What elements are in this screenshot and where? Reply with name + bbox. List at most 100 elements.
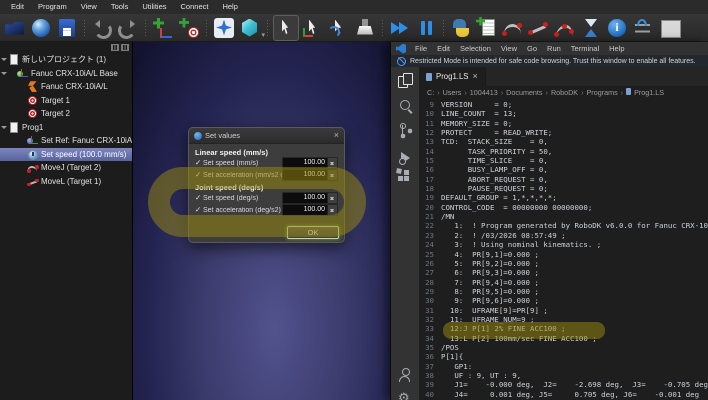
- tree-item-prog1[interactable]: Prog1: [0, 121, 132, 135]
- code-lines: 9VERSION = 0; 10LINE_COUNT = 13; 11MEMOR…: [419, 100, 708, 399]
- vscode-menu-item[interactable]: Run: [542, 44, 566, 53]
- undo-icon[interactable]: [90, 16, 114, 40]
- line-number: 38: [419, 371, 434, 380]
- explorer-icon[interactable]: [398, 73, 412, 87]
- code-text: 4: PR[9,1]=0.000 ;: [441, 250, 539, 259]
- breadcrumb-item[interactable]: Prog1.LS: [626, 88, 664, 97]
- source-control-icon[interactable]: [398, 123, 412, 137]
- code-text: TIME_SLICE = 0,: [441, 156, 548, 165]
- breadcrumb-item[interactable]: C:: [427, 88, 443, 97]
- restricted-mode-icon: [397, 57, 406, 66]
- tree-item-icon: [27, 108, 38, 119]
- tree-item-new-project[interactable]: 新しいプロジェクト (1): [0, 53, 132, 67]
- station-window-icon[interactable]: [111, 44, 119, 51]
- line-number: 25: [419, 250, 434, 259]
- redo-icon[interactable]: [116, 16, 140, 40]
- line-number: 40: [419, 390, 434, 399]
- joint-speed-highlight-annotation: [148, 167, 366, 237]
- line-number: 27: [419, 268, 434, 277]
- tree-item-target-1[interactable]: Target 1: [0, 94, 132, 108]
- tree-item-icon: [27, 149, 38, 160]
- tree-item-label: Fanuc CRX-10iA/L: [41, 82, 108, 91]
- tree-item-label: MoveJ (Target 2): [41, 163, 101, 172]
- run-debug-icon[interactable]: [398, 151, 412, 165]
- account-icon[interactable]: [398, 367, 412, 381]
- code-line: 38 UF : 9, UT : 9,: [419, 371, 708, 380]
- tree-item-set-speed[interactable]: Set speed (100.0 mm/s): [0, 148, 132, 162]
- add-program-icon[interactable]: [475, 16, 499, 40]
- robodk-menu-item[interactable]: Connect: [174, 0, 216, 14]
- robodk-menu-item[interactable]: Tools: [104, 0, 136, 14]
- tree-item-robot[interactable]: Fanuc CRX-10iA/L: [0, 80, 132, 94]
- search-icon[interactable]: [398, 98, 412, 112]
- movej-instruction-icon[interactable]: [501, 16, 525, 40]
- tree-item-movel[interactable]: MoveL (Target 1): [0, 175, 132, 189]
- vscode-menu-item[interactable]: Go: [522, 44, 542, 53]
- 3d-viewport[interactable]: Set values × Linear speed (mm/s) Set spe…: [133, 42, 390, 400]
- robodk-menu-item[interactable]: Utilities: [135, 0, 173, 14]
- line-number: 17: [419, 175, 434, 184]
- dialog-close-button[interactable]: ×: [334, 131, 339, 140]
- rotate-move-cursor-icon[interactable]: [327, 16, 351, 40]
- vscode-menu-item[interactable]: Help: [604, 44, 629, 53]
- code-editor[interactable]: 9VERSION = 0; 10LINE_COUNT = 13; 11MEMOR…: [419, 99, 708, 400]
- robodk-menu-item[interactable]: Edit: [4, 0, 31, 14]
- online-library-icon[interactable]: [29, 16, 53, 40]
- vscode-menu-item[interactable]: Selection: [455, 44, 496, 53]
- checkbox-checked-icon[interactable]: [195, 159, 203, 167]
- line-number: 34: [419, 334, 434, 343]
- spin-down-icon[interactable]: [330, 162, 334, 167]
- dialog-titlebar[interactable]: Set values ×: [189, 128, 344, 144]
- tree-item-set-ref[interactable]: Set Ref: Fanuc CRX-10iA/L B...: [0, 134, 132, 148]
- set-speed-instruction-icon[interactable]: [631, 16, 655, 40]
- vscode-menu-item[interactable]: Terminal: [566, 44, 604, 53]
- vscode-menu-item[interactable]: View: [496, 44, 522, 53]
- code-line: 9VERSION = 0;: [419, 100, 708, 109]
- settings-gear-icon[interactable]: [398, 391, 412, 400]
- clipped-toolbar-icon[interactable]: [657, 16, 681, 40]
- code-text: TCD: STACK_SIZE = 0,: [441, 137, 548, 146]
- save-station-icon[interactable]: [55, 16, 79, 40]
- fit-all-icon[interactable]: [212, 16, 236, 40]
- breadcrumb-item[interactable]: RoboDK: [551, 88, 587, 97]
- add-target-icon[interactable]: [177, 16, 201, 40]
- tab-close-icon[interactable]: ×: [473, 72, 478, 81]
- tab-prog1-ls[interactable]: Prog1.LS ×: [419, 67, 486, 86]
- extensions-icon[interactable]: [398, 170, 412, 184]
- line-number: 31: [419, 306, 434, 315]
- movel-instruction-icon[interactable]: [527, 16, 551, 40]
- tree-item-robot-base-frame[interactable]: Fanuc CRX-10iA/L Base: [0, 67, 132, 81]
- code-text: 2: ! /03/2026 08:57:49 ;: [441, 231, 566, 240]
- movec-instruction-icon[interactable]: [553, 16, 577, 40]
- breadcrumb-item[interactable]: 1004413: [470, 88, 506, 97]
- show-message-instruction-icon[interactable]: [605, 16, 629, 40]
- breadcrumb-item[interactable]: Documents: [506, 88, 551, 97]
- isometric-view-cube-icon[interactable]: [238, 16, 262, 40]
- station-window-icon[interactable]: [121, 44, 129, 51]
- tree-item-icon: [27, 95, 38, 106]
- pause-instruction-icon[interactable]: [579, 16, 603, 40]
- vscode-menu-item[interactable]: Edit: [432, 44, 455, 53]
- vscode-menu-item[interactable]: File: [410, 44, 432, 53]
- code-line: 26 5: PR[9,2]=0.000 ;: [419, 259, 708, 268]
- add-python-program-icon[interactable]: [449, 16, 473, 40]
- open-file-icon[interactable]: [3, 16, 27, 40]
- tree-item-target-2[interactable]: Target 2: [0, 107, 132, 121]
- line-number: 30: [419, 296, 434, 305]
- robodk-menu-item[interactable]: Help: [215, 0, 244, 14]
- robodk-menu-item[interactable]: Program: [31, 0, 74, 14]
- pause-simulation-icon[interactable]: [414, 16, 438, 40]
- robodk-menu-item[interactable]: View: [74, 0, 104, 14]
- robot-tool-icon[interactable]: [353, 16, 377, 40]
- tree-item-movej[interactable]: MoveJ (Target 2): [0, 161, 132, 175]
- code-line: 17 ABORT_REQUEST = 0,: [419, 175, 708, 184]
- fast-simulation-icon[interactable]: [388, 16, 412, 40]
- breadcrumb-item[interactable]: Programs: [587, 88, 627, 97]
- breadcrumb-item[interactable]: Users: [443, 88, 470, 97]
- move-reference-cursor-icon[interactable]: [301, 16, 325, 40]
- tree-item-label: Fanuc CRX-10iA/L Base: [31, 69, 118, 78]
- tree-items: 新しいプロジェクト (1) Fanuc CRX-10iA/L Base Fanu…: [0, 53, 132, 188]
- code-line: 27 6: PR[9,3]=0.000 ;: [419, 268, 708, 277]
- select-cursor-icon[interactable]: [273, 15, 299, 41]
- add-reference-frame-icon[interactable]: [151, 16, 175, 40]
